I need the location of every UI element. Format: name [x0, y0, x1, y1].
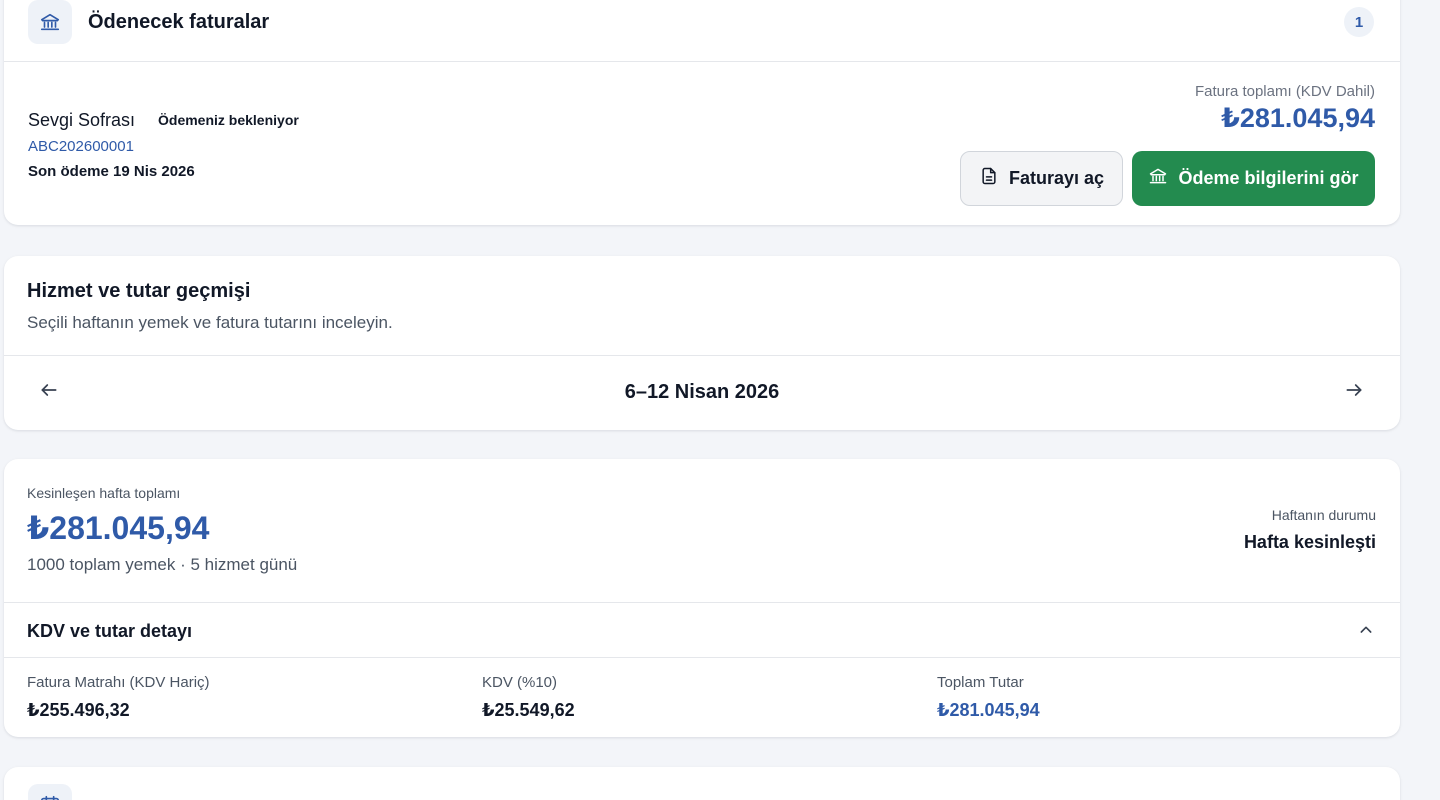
previous-week-button[interactable]	[35, 378, 63, 406]
net-amount-label: Fatura Matrahı (KDV Hariç)	[27, 674, 210, 691]
invoice-count-badge: 1	[1344, 7, 1374, 37]
document-icon	[979, 166, 999, 191]
kdv-detail-toggle[interactable]: KDV ve tutar detayı	[4, 602, 1400, 658]
calendar-icon	[28, 784, 72, 800]
invoices-header: Ödenecek faturalar 1	[4, 0, 1400, 62]
open-invoice-button[interactable]: Faturayı aç	[960, 151, 1123, 206]
vendor-name: Sevgi Sofrası	[28, 110, 136, 130]
total-amount-label: Toplam Tutar	[937, 674, 1024, 691]
open-invoice-label: Faturayı aç	[1008, 168, 1105, 188]
week-state-label: Haftanın durumu	[1271, 507, 1376, 523]
net-amount-column: Fatura Matrahı (KDV Hariç) ₺255.496,32	[27, 674, 210, 721]
next-week-button[interactable]	[1340, 378, 1368, 406]
invoice-code[interactable]: ABC202600001	[28, 138, 134, 155]
week-total-label: Kesinleşen hafta toplamı	[27, 485, 181, 501]
week-total-value: ₺281.045,94	[27, 510, 210, 546]
bank-icon	[1148, 166, 1168, 191]
week-state-value: Hafta kesinleşti	[1243, 532, 1376, 552]
history-card: Hizmet ve tutar geçmişi Seçili haftanın …	[4, 256, 1400, 430]
week-summary-card: Kesinleşen hafta toplamı ₺281.045,94 100…	[4, 459, 1400, 737]
history-title: Hizmet ve tutar geçmişi	[27, 280, 251, 302]
chevron-up-icon	[1356, 620, 1376, 640]
total-amount-value: ₺281.045,94	[937, 700, 1040, 720]
kdv-amount-column: KDV (%10) ₺25.549,62	[482, 674, 575, 721]
arrow-right-icon	[1344, 380, 1364, 405]
kdv-amount-value: ₺25.549,62	[482, 700, 575, 720]
selected-week-label: 6–12 Nisan 2026	[624, 381, 780, 403]
total-amount-column: Toplam Tutar ₺281.045,94	[937, 674, 1040, 721]
week-meta: 1000 toplam yemek · 5 hizmet günü	[27, 555, 298, 574]
next-card	[4, 767, 1400, 800]
payment-info-label: Ödeme bilgilerini gör	[1178, 168, 1359, 188]
payment-status: Ödemeniz bekleniyor	[158, 112, 299, 128]
invoice-total-label: Fatura toplamı (KDV Dahil)	[1194, 83, 1375, 100]
payment-info-button[interactable]: Ödeme bilgilerini gör	[1132, 151, 1375, 206]
kdv-amount-label: KDV (%10)	[482, 674, 558, 691]
kdv-detail-title: KDV ve tutar detayı	[27, 621, 193, 641]
history-subtitle: Seçili haftanın yemek ve fatura tutarını…	[27, 313, 393, 332]
bank-icon	[28, 0, 72, 44]
invoice-total-value: ₺281.045,94	[1221, 103, 1375, 133]
arrow-left-icon	[39, 380, 59, 405]
due-date: Son ödeme 19 Nis 2026	[28, 163, 195, 180]
invoices-card: Ödenecek faturalar 1 Sevgi Sofrası Ödeme…	[4, 0, 1400, 225]
invoices-title: Ödenecek faturalar	[88, 11, 270, 33]
divider	[4, 355, 1400, 356]
net-amount-value: ₺255.496,32	[27, 700, 130, 720]
